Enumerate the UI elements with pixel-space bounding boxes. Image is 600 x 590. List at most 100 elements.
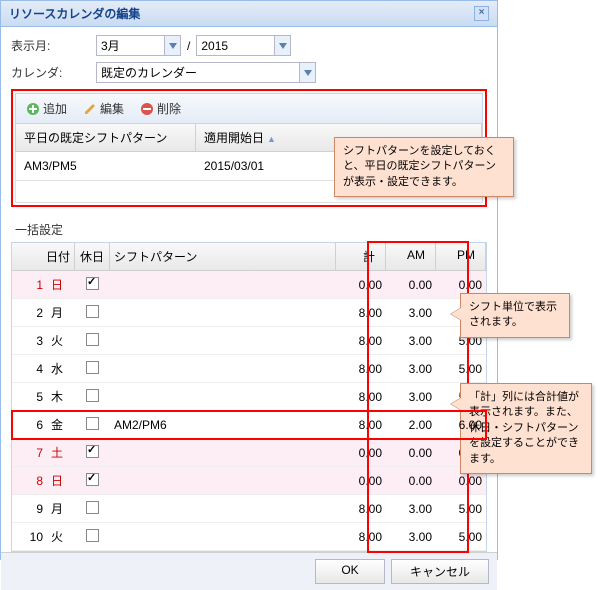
grid-row[interactable]: 1日0.000.000.00 <box>12 271 486 299</box>
holiday-checkbox[interactable] <box>86 305 99 318</box>
grid-row[interactable]: 2月8.003.005.00 <box>12 299 486 327</box>
cell-dow: 木 <box>47 388 75 405</box>
grid-row[interactable]: 10火8.003.005.00 <box>12 523 486 551</box>
delete-button[interactable]: 削除 <box>134 97 187 120</box>
month-select[interactable]: 3月 <box>96 35 181 56</box>
cell-pm: 5.00 <box>436 530 486 544</box>
cell-holiday[interactable] <box>75 529 110 545</box>
pattern-col-header[interactable]: 平日の既定シフトパターン <box>16 124 196 151</box>
toolbar: 追加 編集 削除 <box>15 93 483 124</box>
cell-dow: 火 <box>47 528 75 545</box>
cell-dow: 火 <box>47 332 75 349</box>
holiday-checkbox[interactable] <box>86 361 99 374</box>
cell-holiday[interactable] <box>75 305 110 321</box>
cell-am: 0.00 <box>386 446 436 460</box>
cell-day: 2 <box>12 306 47 320</box>
col-am[interactable]: AM <box>386 243 436 270</box>
cell-sum: 8.00 <box>336 362 386 376</box>
cell-day: 1 <box>12 278 47 292</box>
cell-sum: 0.00 <box>336 474 386 488</box>
cancel-button[interactable]: キャンセル <box>391 559 489 584</box>
edit-icon <box>83 102 97 116</box>
cell-sum: 8.00 <box>336 306 386 320</box>
cell-am: 0.00 <box>386 474 436 488</box>
cell-holiday[interactable] <box>75 361 110 377</box>
cell-sum: 8.00 <box>336 502 386 516</box>
add-button[interactable]: 追加 <box>20 97 73 120</box>
cell-dow: 日 <box>47 472 75 489</box>
callout-shift-unit: シフト単位で表示されます。 <box>460 293 570 338</box>
cell-dow: 金 <box>47 416 75 433</box>
grid-row[interactable]: 7土0.000.000.00 <box>12 439 486 467</box>
col-pattern[interactable]: シフトパターン <box>110 243 336 270</box>
cell-sum: 8.00 <box>336 390 386 404</box>
cell-sum: 8.00 <box>336 334 386 348</box>
add-icon <box>26 102 40 116</box>
close-icon[interactable]: × <box>474 6 489 21</box>
holiday-checkbox[interactable] <box>86 529 99 542</box>
cell-holiday[interactable] <box>75 389 110 405</box>
grid-row[interactable]: 9月8.003.005.00 <box>12 495 486 523</box>
cell-holiday[interactable] <box>75 277 110 293</box>
col-sum[interactable]: 計 <box>336 243 386 270</box>
cell-day: 10 <box>12 530 47 544</box>
cell-pm: 6.00 <box>436 418 486 432</box>
cell-dow: 土 <box>47 444 75 461</box>
dialog-title: リソースカレンダの編集 <box>9 5 140 22</box>
ok-button[interactable]: OK <box>315 559 385 584</box>
slash: / <box>187 39 190 53</box>
dialog: リソースカレンダの編集 × 表示月: 3月 / 2015 カレンダ: 既定のカレ… <box>0 0 498 560</box>
cell-sum: 0.00 <box>336 446 386 460</box>
holiday-checkbox[interactable] <box>86 417 99 430</box>
cell-am: 3.00 <box>386 530 436 544</box>
holiday-checkbox[interactable] <box>86 389 99 402</box>
cell-holiday[interactable] <box>75 501 110 517</box>
cell-am: 3.00 <box>386 306 436 320</box>
cell-dow: 日 <box>47 276 75 293</box>
year-value: 2015 <box>201 39 228 53</box>
cell-day: 7 <box>12 446 47 460</box>
cell-pm: 0.00 <box>436 278 486 292</box>
chevron-down-icon <box>299 63 315 82</box>
grid-row[interactable]: 6金AM2/PM68.002.006.00 <box>12 411 486 439</box>
holiday-checkbox[interactable] <box>86 277 99 290</box>
grid-row[interactable]: 3火8.003.005.00 <box>12 327 486 355</box>
month-value: 3月 <box>101 37 120 54</box>
col-holiday[interactable]: 休日 <box>75 243 110 270</box>
holiday-checkbox[interactable] <box>86 333 99 346</box>
cell-day: 4 <box>12 362 47 376</box>
cell-am: 3.00 <box>386 390 436 404</box>
delete-icon <box>140 102 154 116</box>
cell-dow: 月 <box>47 500 75 517</box>
cell-holiday[interactable] <box>75 445 110 461</box>
holiday-checkbox[interactable] <box>86 501 99 514</box>
cell-holiday[interactable] <box>75 417 110 433</box>
month-label: 表示月: <box>11 37 96 54</box>
calendar-select[interactable]: 既定のカレンダー <box>96 62 316 83</box>
grid-row[interactable]: 8日0.000.000.00 <box>12 467 486 495</box>
col-date[interactable]: 日付 <box>12 243 75 270</box>
month-row: 表示月: 3月 / 2015 <box>11 35 487 56</box>
holiday-checkbox[interactable] <box>86 473 99 486</box>
grid-row[interactable]: 5木8.003.005.00 <box>12 383 486 411</box>
holiday-checkbox[interactable] <box>86 445 99 458</box>
cell-sum: 0.00 <box>336 278 386 292</box>
cell-day: 5 <box>12 390 47 404</box>
dialog-header: リソースカレンダの編集 × <box>1 1 497 27</box>
grid-body: 1日0.000.000.002月8.003.005.003火8.003.005.… <box>12 271 486 551</box>
cell-dow: 水 <box>47 360 75 377</box>
cell-pattern[interactable]: AM2/PM6 <box>110 418 336 432</box>
cell-pm: 0.00 <box>436 474 486 488</box>
cell-holiday[interactable] <box>75 333 110 349</box>
grid-row[interactable]: 4水8.003.005.00 <box>12 355 486 383</box>
cell-day: 9 <box>12 502 47 516</box>
year-select[interactable]: 2015 <box>196 35 291 56</box>
cell-holiday[interactable] <box>75 473 110 489</box>
edit-button[interactable]: 編集 <box>77 97 130 120</box>
cell-dow: 月 <box>47 304 75 321</box>
col-pm[interactable]: PM <box>436 243 486 270</box>
day-grid: 日付 休日 シフトパターン 計 AM PM 1日0.000.000.002月8.… <box>11 242 487 552</box>
cell-am: 2.00 <box>386 418 436 432</box>
bulk-label: 一括設定 <box>11 213 487 242</box>
cell-am: 0.00 <box>386 278 436 292</box>
